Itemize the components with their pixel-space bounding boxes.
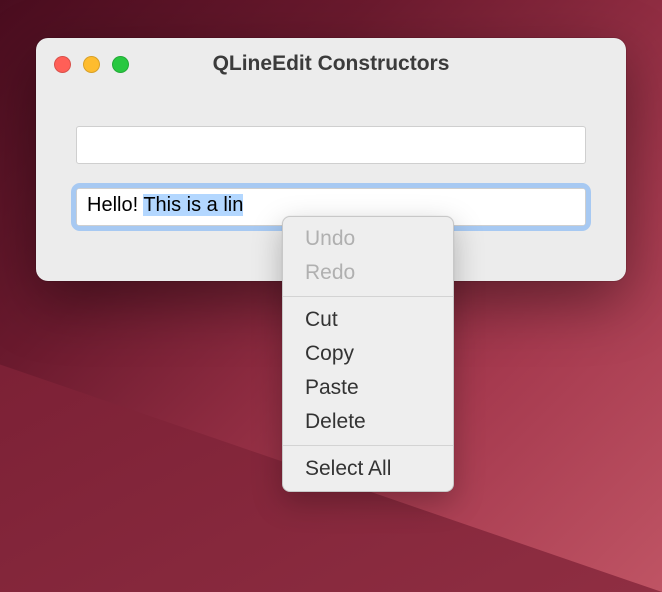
line-edit-2-selection: This is a lin <box>143 194 243 216</box>
traffic-lights <box>54 56 129 73</box>
close-icon[interactable] <box>54 56 71 73</box>
menu-item-undo[interactable]: Undo <box>283 222 453 256</box>
line-edit-2-prefix: Hello! <box>87 194 143 216</box>
context-menu: Undo Redo Cut Copy Paste Delete Select A… <box>282 216 454 492</box>
menu-item-cut[interactable]: Cut <box>283 303 453 337</box>
menu-separator <box>283 296 453 297</box>
menu-item-paste[interactable]: Paste <box>283 371 453 405</box>
line-edit-1-wrap <box>76 126 586 164</box>
menu-item-select-all[interactable]: Select All <box>283 452 453 486</box>
menu-item-redo[interactable]: Redo <box>283 256 453 290</box>
minimize-icon[interactable] <box>83 56 100 73</box>
maximize-icon[interactable] <box>112 56 129 73</box>
menu-separator <box>283 445 453 446</box>
menu-item-delete[interactable]: Delete <box>283 405 453 439</box>
menu-item-copy[interactable]: Copy <box>283 337 453 371</box>
line-edit-1[interactable] <box>76 126 586 164</box>
titlebar[interactable]: QLineEdit Constructors <box>36 38 626 90</box>
